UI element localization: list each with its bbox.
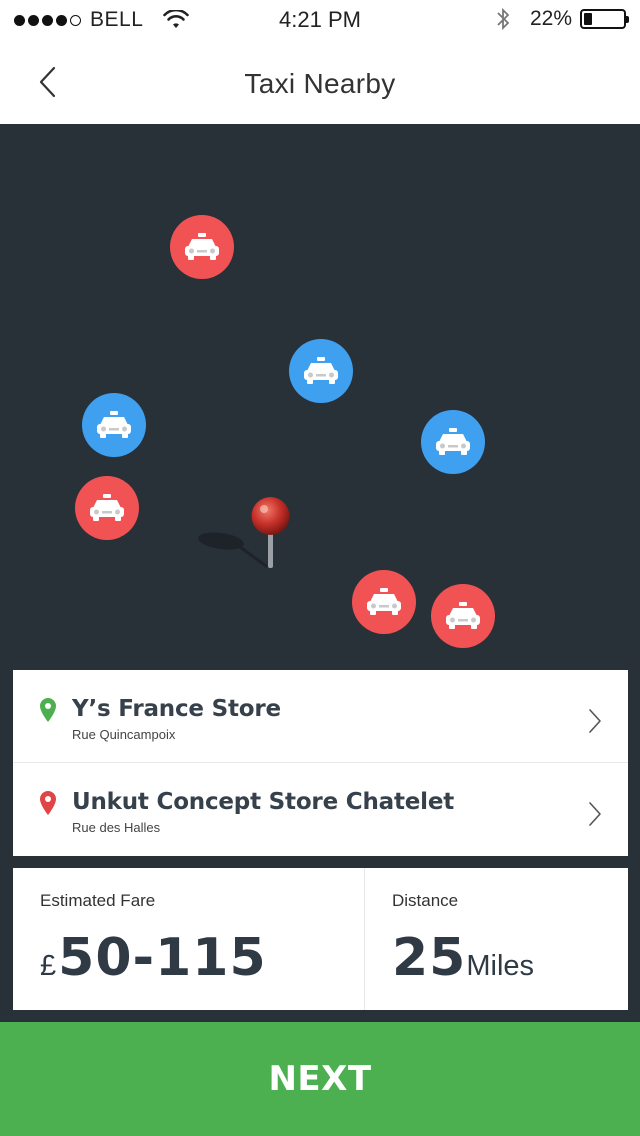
taxi-marker-blue[interactable]	[421, 410, 485, 474]
taxi-icon	[97, 411, 131, 438]
battery-icon	[580, 9, 629, 29]
bluetooth-icon	[497, 7, 510, 31]
origin-address: Rue Quincampoix	[72, 727, 176, 742]
chevron-right-icon	[589, 709, 601, 733]
taxi-marker-red[interactable]	[352, 570, 416, 634]
currency-symbol: £	[40, 950, 57, 982]
destination-row[interactable]: Unkut Concept Store Chatelet Rue des Hal…	[13, 763, 628, 856]
next-button[interactable]: NEXT	[0, 1022, 640, 1136]
location-pin-icon	[40, 791, 56, 815]
estimated-fare-section: Estimated Fare £50-115	[13, 868, 365, 1010]
chevron-right-icon	[589, 802, 601, 826]
taxi-marker-blue[interactable]	[82, 393, 146, 457]
taxi-marker-red[interactable]	[75, 476, 139, 540]
distance-value: 25Miles	[392, 928, 534, 988]
origin-name: Y’s France Store	[72, 696, 281, 722]
taxi-icon	[367, 588, 401, 615]
status-bar: BELL 4:21 PM 22%	[0, 0, 640, 40]
taxi-marker-blue[interactable]	[289, 339, 353, 403]
destination-address: Rue des Halles	[72, 820, 161, 835]
taxi-marker-red[interactable]	[170, 215, 234, 279]
route-card: Y’s France Store Rue Quincampoix Unkut C…	[13, 670, 628, 856]
map-view[interactable]	[0, 124, 640, 670]
destination-name: Unkut Concept Store Chatelet	[72, 789, 455, 815]
distance-section: Distance 25Miles	[365, 868, 628, 1010]
fare-amount: 50-115	[58, 928, 267, 988]
taxi-icon	[436, 428, 470, 455]
page-title: Taxi Nearby	[244, 68, 396, 99]
battery-percent: 22%	[529, 7, 572, 30]
nav-bar: Taxi Nearby	[0, 40, 640, 124]
distance-amount: 25	[392, 928, 467, 988]
taxi-icon	[185, 233, 219, 260]
fare-value: £50-115	[40, 928, 267, 988]
status-right: 22%	[496, 7, 629, 31]
fare-label: Estimated Fare	[40, 891, 156, 910]
taxi-icon	[304, 357, 338, 384]
location-pin-icon	[40, 698, 56, 722]
fare-card: Estimated Fare £50-115 Distance 25Miles	[13, 868, 628, 1010]
taxi-icon	[90, 494, 124, 521]
battery-fill	[584, 13, 593, 25]
taxi-icon	[446, 602, 480, 629]
distance-unit: Miles	[466, 950, 535, 982]
distance-label: Distance	[392, 891, 459, 910]
origin-row[interactable]: Y’s France Store Rue Quincampoix	[13, 670, 628, 763]
taxi-marker-red[interactable]	[431, 584, 495, 648]
map-pin-icon	[198, 497, 290, 568]
